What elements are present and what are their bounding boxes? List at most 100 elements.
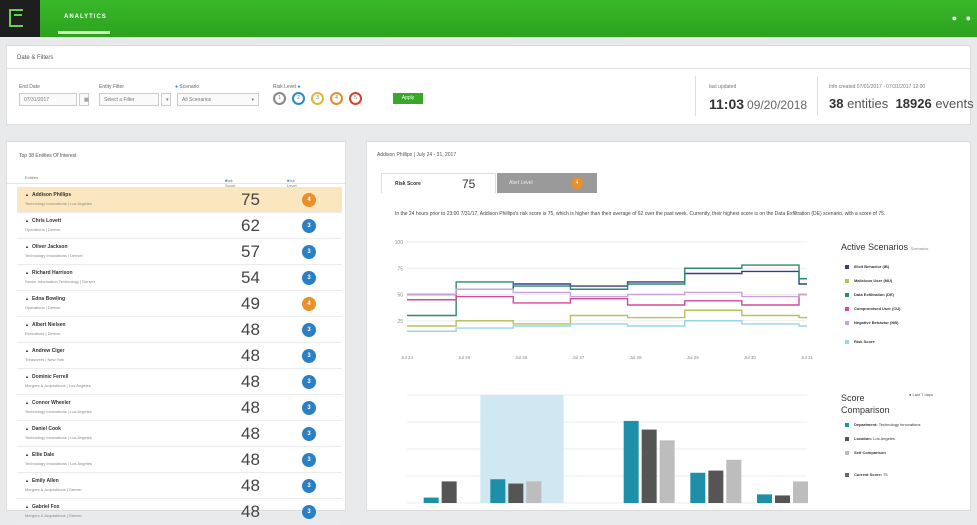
entity-department: Technology Innovations | Los Angeles (25, 435, 92, 440)
bell-icon[interactable]: ● (952, 13, 957, 23)
score-comparison-bar-chart (407, 394, 808, 504)
app-logo[interactable] (0, 0, 40, 37)
scenario-legend-item[interactable]: Compromised User (CU) (845, 306, 900, 311)
x-tick-label: Jul 27 (572, 355, 585, 360)
chevron-down-icon[interactable]: ▾ (161, 93, 171, 106)
scenario-legend-item[interactable]: Illicit Behavior (IB) (845, 264, 889, 269)
tab-analytics[interactable]: ANALYTICS (64, 14, 107, 20)
end-date-input[interactable]: 07/31/2017 (19, 93, 77, 106)
entity-department: Executives | Denver (25, 331, 61, 336)
info-icon: ● (287, 178, 290, 183)
entity-name[interactable]: Emily Allen (25, 478, 59, 484)
tab-alert-level-label: Alert Level (509, 180, 533, 186)
user-icon[interactable]: ● (966, 13, 971, 23)
scenario-label-text: Scenario (179, 84, 200, 90)
risk-score: 54 (241, 268, 260, 287)
scenario-select[interactable]: All Scenarios ▾ (177, 93, 259, 106)
entity-name[interactable]: Richard Harrison (25, 270, 73, 276)
risk-level-badge: 3 (302, 271, 316, 285)
entity-name[interactable]: Connor Wheeler (25, 400, 71, 406)
top-bar: ANALYTICS ● ● (0, 0, 977, 37)
risk-score: 49 (241, 294, 260, 313)
entities-table-header: Entities Risk Score ● Risk Level ● (7, 172, 345, 188)
comparison-legend-value: 75 (883, 472, 888, 477)
bar (423, 497, 439, 503)
risk-score: 48 (241, 346, 260, 365)
entity-name[interactable]: Dominic Ferrell (25, 374, 68, 380)
entity-name[interactable]: Albert Nielsen (25, 322, 66, 328)
risk-level-label-text: Risk Level (273, 84, 297, 90)
risk-level-5-toggle[interactable]: 5 (349, 92, 362, 105)
scenario-legend-item[interactable]: Negative Behavior (NB) (845, 320, 898, 325)
risk-level-4-toggle[interactable]: 4 (330, 92, 343, 105)
risk-level-1-toggle[interactable]: 1 (273, 92, 286, 105)
entity-name[interactable]: Edna Bowling (25, 296, 65, 302)
entity-department: Technology Innovations | Los Angeles (25, 409, 92, 414)
y-tick-label: 100 (395, 240, 404, 246)
bar (490, 479, 506, 503)
entity-filter-select[interactable]: Select a Filter (99, 93, 159, 106)
tab-alert-level[interactable]: Alert Level 4 (497, 173, 597, 193)
tab-risk-score[interactable]: Risk Score 75 (381, 173, 496, 193)
bar (641, 429, 657, 503)
entity-department: Mergers & Acquisitions | Los Angeles (25, 383, 91, 388)
scenario-legend-item[interactable]: Risk Score (845, 339, 875, 344)
table-row[interactable]: Oliver Jackson Technology Innovations | … (17, 239, 342, 265)
chevron-down-icon: ▾ (251, 97, 254, 103)
x-tick-label: Jul 29 (687, 355, 700, 360)
entity-department: Mergers & Acquisitions | Denver (25, 513, 82, 518)
risk-level-3-toggle[interactable]: 3 (311, 92, 324, 105)
entity-filter-value: Select a Filter (104, 97, 135, 103)
table-row[interactable]: Connor Wheeler Technology Innovations | … (17, 395, 342, 421)
entity-name[interactable]: Daniel Cook (25, 426, 61, 432)
info-icon: ● (175, 84, 179, 90)
top-icons: ● ● (952, 13, 971, 23)
entity-name[interactable]: Andrew Ciger (25, 348, 65, 354)
table-row[interactable]: Edna Bowling Operations | Denver 49 4 (17, 291, 342, 317)
last-updated-date: 09/20/2018 (747, 98, 808, 112)
entity-name[interactable]: Gabriel Fox (25, 504, 60, 510)
bar (726, 459, 742, 503)
calendar-icon[interactable]: ▦ (79, 93, 89, 106)
scenario-legend-item[interactable]: Data Exfiltration (DE) (845, 292, 894, 297)
table-row[interactable]: Dominic Ferrell Mergers & Acquisitions |… (17, 369, 342, 395)
table-row[interactable]: Richard Harrison Senior Information Tech… (17, 265, 342, 291)
entity-name[interactable]: Ellie Dale (25, 452, 54, 458)
entity-name[interactable]: Chris Lovett (25, 218, 61, 224)
comparison-legend-item: Current Score: 75 (845, 472, 888, 477)
entity-name[interactable]: Addison Phillips (25, 192, 71, 198)
x-tick-label: Jul 24 (401, 355, 414, 360)
col-entities[interactable]: Entities (25, 175, 38, 180)
comparison-legend-label: Department (854, 422, 877, 427)
entity-event-counts: 38 entities 18926 events (829, 96, 974, 111)
apply-button[interactable]: Apply (393, 93, 423, 104)
last-7-days-toggle[interactable]: ● Last 7 days (909, 392, 933, 397)
info-icon: ● (297, 84, 301, 90)
x-tick-label: Jul 28 (630, 355, 643, 360)
table-row[interactable]: Ellie Dale Technology Innovations | Los … (17, 447, 342, 473)
entity-department: Technology Innovations | Los Angeles (25, 201, 92, 206)
risk-level-badge: 3 (302, 349, 316, 363)
table-row[interactable]: Andrew Ciger Treasurers | New York 48 3 (17, 343, 342, 369)
events-label: events (935, 96, 974, 111)
scenario-legend-item[interactable]: Malicious User (MU) (845, 278, 892, 283)
table-row[interactable]: Emily Allen Mergers & Acquisitions | Den… (17, 473, 342, 499)
end-date-value: 07/31/2017 (24, 97, 50, 103)
table-row[interactable]: Gabriel Fox Mergers & Acquisitions | Den… (17, 499, 342, 525)
risk-score: 48 (241, 424, 260, 443)
bar (793, 481, 808, 503)
entity-name[interactable]: Oliver Jackson (25, 244, 68, 250)
scenario-value: All Scenarios (182, 97, 212, 103)
entities-label: entities (847, 96, 889, 111)
table-row[interactable]: Daniel Cook Technology Innovations | Los… (17, 421, 342, 447)
risk-level-2-toggle[interactable]: 2 (292, 92, 305, 105)
bar (526, 481, 542, 503)
table-row[interactable]: Addison Phillips Technology Innovations … (17, 187, 342, 213)
table-row[interactable]: Albert Nielsen Executives | Denver 48 3 (17, 317, 342, 343)
risk-level-badge: 3 (302, 401, 316, 415)
risk-score: 48 (241, 450, 260, 469)
y-tick-label: 25 (397, 319, 403, 325)
comparison-legend-label: Location (854, 436, 871, 441)
risk-level-badge: 3 (302, 219, 316, 233)
table-row[interactable]: Chris Lovett Operations | Denver 62 3 (17, 213, 342, 239)
